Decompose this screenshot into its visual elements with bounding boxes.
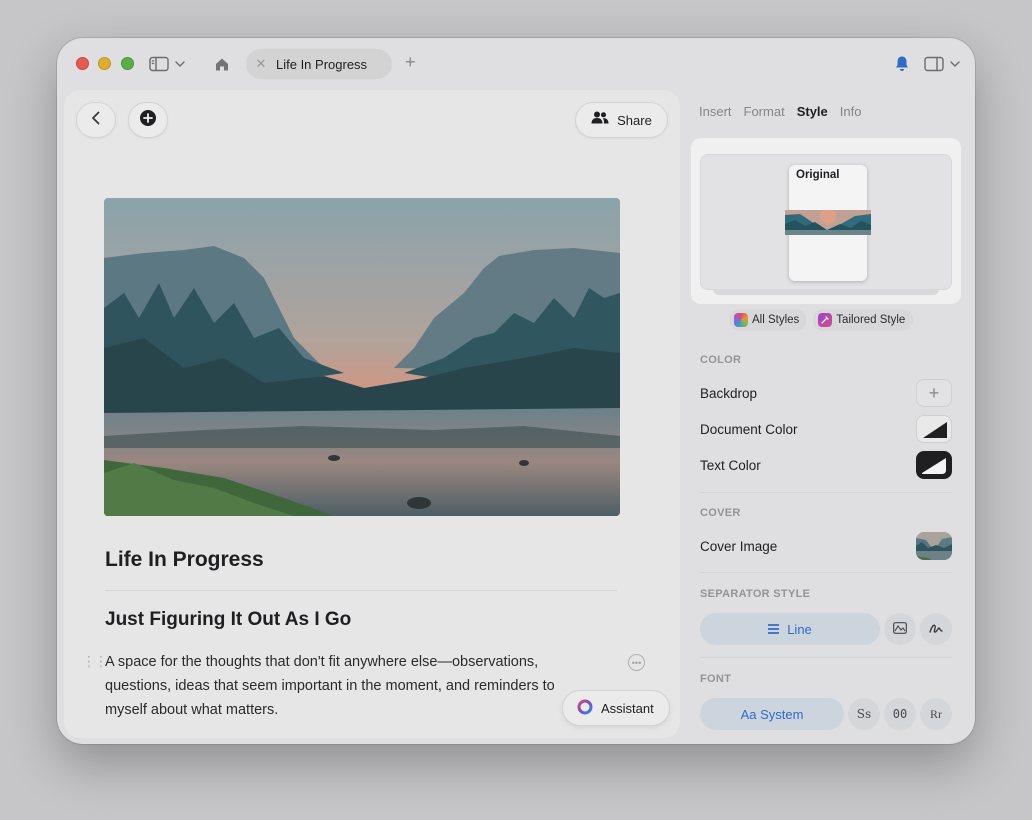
font-system-option[interactable]: Aa System (700, 698, 844, 730)
assistant-label: Assistant (601, 700, 654, 716)
separator-line-option[interactable]: Line (700, 613, 880, 645)
body-line: myself about what matters. (105, 702, 279, 718)
document-heading[interactable]: Just Figuring It Out As I Go (105, 609, 351, 631)
divider (700, 657, 952, 658)
back-button[interactable] (76, 102, 116, 138)
backdrop-label: Backdrop (700, 386, 758, 401)
style-chips: All Styles Tailored Style (729, 309, 914, 331)
tailored-style-label: Tailored Style (836, 314, 906, 326)
style-preview[interactable]: Original (700, 154, 952, 295)
separator-line-label: Line (787, 621, 812, 637)
color-section-heading: COLOR (700, 354, 742, 366)
style-preview-card[interactable]: Original (691, 138, 961, 304)
chevron-down-icon[interactable] (173, 52, 187, 76)
plus-icon[interactable]: + (405, 52, 416, 73)
close-window-button[interactable] (76, 57, 89, 70)
cover-image[interactable] (104, 198, 620, 516)
add-block-button[interactable] (128, 102, 168, 138)
font-rounded-option[interactable]: Rr (920, 698, 952, 730)
document-editor: Share Life In Progress Just Figuring It … (64, 90, 680, 738)
grid-icon (734, 313, 748, 327)
zoom-window-button[interactable] (121, 57, 134, 70)
drag-handle-icon[interactable]: ⋮⋮ (82, 653, 108, 670)
font-serif-option[interactable]: Ss (848, 698, 880, 730)
line-icon (768, 622, 780, 637)
share-label: Share (617, 112, 652, 128)
tab-format[interactable]: Format (744, 104, 785, 119)
tailored-style-chip[interactable]: Tailored Style (813, 309, 914, 331)
app-window: ✕ Life In Progress + Share Life In Progr… (57, 38, 975, 744)
signature-icon (929, 622, 943, 637)
thumbnail-label: Original (796, 169, 840, 181)
all-styles-label: All Styles (752, 314, 800, 326)
chevron-down-icon[interactable] (948, 52, 962, 76)
tab-style[interactable]: Style (797, 104, 828, 119)
text-color-label: Text Color (700, 458, 761, 473)
tab-insert[interactable]: Insert (699, 104, 732, 119)
document-color-swatch[interactable] (916, 415, 952, 443)
bell-icon[interactable] (891, 52, 913, 76)
add-circle-icon (139, 109, 157, 132)
body-line: A space for the thoughts that don't fit … (105, 654, 539, 670)
people-icon (591, 111, 609, 129)
separator-image-option[interactable] (884, 613, 916, 645)
separator-signature-option[interactable] (920, 613, 952, 645)
share-button[interactable]: Share (575, 102, 668, 138)
tab-info[interactable]: Info (840, 104, 862, 119)
panel-icon[interactable] (923, 52, 945, 76)
all-styles-chip[interactable]: All Styles (729, 309, 808, 331)
cover-image-thumbnail[interactable] (916, 532, 952, 560)
document-title[interactable]: Life In Progress (105, 548, 264, 572)
separator-section-heading: SEPARATOR STYLE (700, 588, 811, 600)
home-icon[interactable] (212, 52, 232, 76)
plus-icon: + (928, 382, 940, 403)
assistant-ring-icon (577, 699, 593, 718)
tab-life-in-progress[interactable]: ✕ Life In Progress (246, 49, 392, 79)
tab-label: Life In Progress (276, 56, 368, 72)
divider (700, 492, 952, 493)
body-line: questions, ideas that seem important in … (105, 678, 555, 694)
add-backdrop-button[interactable]: + (916, 379, 952, 407)
image-pattern-icon (893, 621, 907, 637)
divider (700, 572, 952, 573)
back-chevron-icon (91, 111, 101, 130)
minimize-window-button[interactable] (98, 57, 111, 70)
cover-image-label: Cover Image (700, 539, 778, 554)
document-body[interactable]: A space for the thoughts that don't fit … (105, 650, 605, 722)
more-icon[interactable]: ••• (628, 654, 645, 671)
separator-line (105, 590, 617, 591)
document-color-label: Document Color (700, 422, 798, 437)
font-mono-option[interactable]: 00 (884, 698, 916, 730)
style-thumbnail[interactable]: Original (785, 165, 871, 281)
text-color-swatch[interactable] (916, 451, 952, 479)
inspector-tabs: Insert Format Style Info (699, 104, 861, 119)
close-icon[interactable]: ✕ (246, 56, 276, 72)
thumbnail-cover (785, 210, 871, 235)
cover-section-heading: COVER (700, 507, 741, 519)
assistant-button[interactable]: Assistant (562, 690, 670, 726)
font-section-heading: FONT (700, 673, 732, 685)
sidebar-icon[interactable] (148, 52, 170, 76)
tailored-style-icon (818, 313, 833, 327)
